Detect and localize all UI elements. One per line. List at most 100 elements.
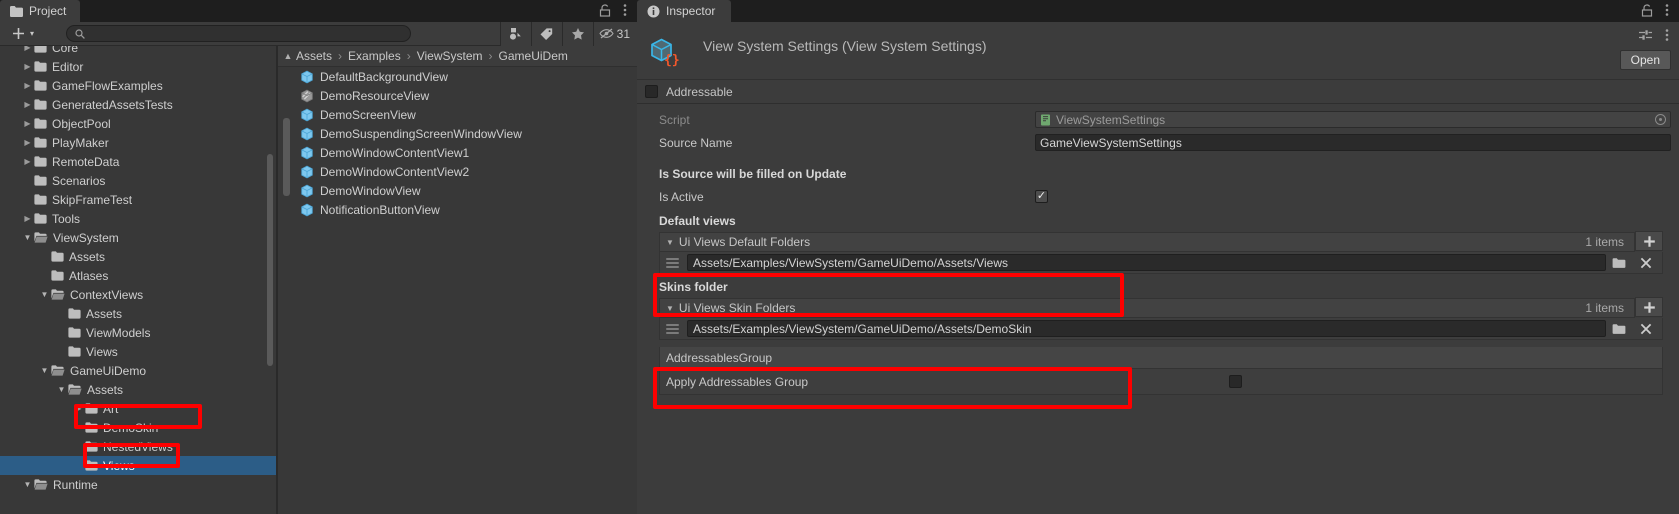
caret-down-icon[interactable]: ▼	[38, 366, 51, 375]
breadcrumb-item[interactable]: Examples	[348, 49, 401, 63]
tree-item-contextviews[interactable]: ▼ ContextViews	[0, 285, 276, 304]
skins-folder-list-header[interactable]: ▼ Ui Views Skin Folders 1 items	[659, 298, 1635, 318]
lock-icon[interactable]	[599, 3, 611, 17]
caret-down-icon[interactable]: ▼	[666, 304, 674, 313]
asset-row[interactable]: DefaultBackgroundView	[278, 67, 637, 86]
tree-item-tools[interactable]: ▶ Tools	[0, 209, 276, 228]
caret-right-icon[interactable]: ▶	[21, 46, 34, 52]
folder-browse-icon[interactable]	[1612, 323, 1634, 335]
is-active-checkbox[interactable]: ✓	[1035, 190, 1048, 203]
tree-item-viewmodels[interactable]: ViewModels	[0, 323, 276, 342]
object-picker-icon[interactable]	[1655, 114, 1666, 125]
script-object-field[interactable]: ViewSystemSettings	[1035, 111, 1671, 128]
tree-item-views[interactable]: Views	[0, 456, 276, 475]
asset-row[interactable]: DemoWindowContentView1	[278, 143, 637, 162]
scroll-up-icon[interactable]: ▲	[280, 51, 296, 61]
tree-item-assets[interactable]: Assets	[0, 304, 276, 323]
filter-by-type-button[interactable]	[499, 21, 531, 46]
caret-down-icon[interactable]: ▼	[55, 385, 68, 394]
caret-right-icon[interactable]: ▶	[21, 119, 34, 128]
tree-item-label: GameFlowExamples	[52, 78, 163, 93]
tree-item-demoskin[interactable]: DemoSkin	[0, 418, 276, 437]
asset-row[interactable]: DemoResourceView	[278, 86, 637, 105]
tree-item-atlases[interactable]: Atlases	[0, 266, 276, 285]
asset-list-vertical-scrollbar[interactable]	[283, 118, 290, 196]
hidden-packages-count[interactable]: 31	[592, 21, 637, 46]
folder-open-icon	[68, 384, 82, 395]
breadcrumb-item[interactable]: GameUiDem	[499, 49, 568, 63]
asset-row[interactable]: DemoWindowContentView2	[278, 162, 637, 181]
caret-placeholder	[38, 271, 51, 280]
tree-item-label: RemoteData	[52, 154, 120, 169]
addressables-group-row[interactable]: AddressablesGroup	[659, 347, 1663, 369]
tab-inspector[interactable]: Inspector	[637, 0, 732, 22]
tree-item-runtime[interactable]: ▼ Runtime	[0, 475, 276, 494]
source-name-input[interactable]: GameViewSystemSettings	[1035, 134, 1671, 151]
tree-item-playmaker[interactable]: ▶ PlayMaker	[0, 133, 276, 152]
tree-vertical-scrollbar[interactable]	[267, 154, 273, 366]
drag-handle-icon[interactable]	[664, 323, 681, 334]
default-views-items-count: 1 items	[1585, 235, 1624, 249]
asset-row[interactable]: DemoWindowView	[278, 181, 637, 200]
tree-item-assets[interactable]: Assets	[0, 247, 276, 266]
caret-right-icon[interactable]: ▶	[21, 100, 34, 109]
tree-item-viewsystem[interactable]: ▼ ViewSystem	[0, 228, 276, 247]
skins-folder-path-row[interactable]: Assets/Examples/ViewSystem/GameUiDemo/As…	[659, 318, 1663, 340]
close-x-icon[interactable]	[1640, 323, 1662, 335]
asset-row[interactable]: DemoSuspendingScreenWindowView	[278, 124, 637, 143]
folder-browse-icon[interactable]	[1612, 257, 1634, 269]
caret-right-icon[interactable]: ▶	[72, 404, 85, 413]
kebab-menu-icon[interactable]	[623, 3, 627, 17]
apply-addressables-group-checkbox[interactable]	[1228, 375, 1242, 388]
open-button[interactable]: Open	[1619, 50, 1671, 70]
kebab-menu-icon[interactable]	[1665, 3, 1669, 17]
default-views-path-input[interactable]: Assets/Examples/ViewSystem/GameUiDemo/As…	[687, 254, 1606, 271]
folder-open-icon	[34, 232, 48, 243]
star-icon[interactable]	[561, 21, 593, 46]
default-views-add-button[interactable]	[1635, 231, 1663, 251]
addressable-checkbox[interactable]	[645, 85, 658, 98]
filter-by-label-button[interactable]	[530, 21, 562, 46]
tree-item-remotedata[interactable]: ▶ RemoteData	[0, 152, 276, 171]
tree-item-views[interactable]: Views	[0, 342, 276, 361]
kebab-menu-icon[interactable]	[1665, 28, 1669, 42]
caret-down-icon[interactable]: ▼	[666, 238, 674, 247]
caret-right-icon[interactable]: ▶	[21, 138, 34, 147]
default-views-path-row[interactable]: Assets/Examples/ViewSystem/GameUiDemo/As…	[659, 252, 1663, 274]
drag-handle-icon[interactable]	[664, 257, 681, 268]
breadcrumb-item[interactable]: Assets	[296, 49, 332, 63]
close-x-icon[interactable]	[1640, 257, 1662, 269]
asset-row[interactable]: DemoScreenView	[278, 105, 637, 124]
caret-right-icon[interactable]: ▶	[21, 214, 34, 223]
folder-open-icon	[51, 289, 65, 300]
tree-item-editor[interactable]: ▶ Editor	[0, 57, 276, 76]
lock-icon[interactable]	[1641, 3, 1653, 17]
caret-right-icon[interactable]: ▶	[21, 157, 34, 166]
tab-project[interactable]: Project	[0, 0, 81, 22]
caret-down-icon[interactable]: ▼	[21, 480, 34, 489]
skins-folder-path-input[interactable]: Assets/Examples/ViewSystem/GameUiDemo/As…	[687, 320, 1606, 337]
tree-item-core[interactable]: ▶ Core	[0, 46, 276, 57]
caret-placeholder	[55, 347, 68, 356]
tree-item-gameuidemo[interactable]: ▼ GameUiDemo	[0, 361, 276, 380]
caret-down-icon[interactable]: ▼	[21, 233, 34, 242]
tree-item-assets[interactable]: ▼ Assets	[0, 380, 276, 399]
tree-item-gameflowexamples[interactable]: ▶ GameFlowExamples	[0, 76, 276, 95]
tree-item-nestedviews[interactable]: NestedViews	[0, 437, 276, 456]
search-box[interactable]	[66, 25, 412, 42]
caret-right-icon[interactable]: ▶	[21, 62, 34, 71]
tree-item-objectpool[interactable]: ▶ ObjectPool	[0, 114, 276, 133]
caret-right-icon[interactable]: ▶	[21, 81, 34, 90]
breadcrumb-item[interactable]: ViewSystem	[417, 49, 483, 63]
tree-item-art[interactable]: ▶ Art	[0, 399, 276, 418]
default-views-list-header[interactable]: ▼ Ui Views Default Folders 1 items	[659, 232, 1635, 252]
create-asset-button[interactable]: ▾	[0, 27, 42, 40]
asset-row[interactable]: NotificationButtonView	[278, 200, 637, 219]
tree-item-generatedassetstests[interactable]: ▶ GeneratedAssetsTests	[0, 95, 276, 114]
tree-item-skipframetest[interactable]: SkipFrameTest	[0, 190, 276, 209]
preset-icon[interactable]	[1638, 28, 1653, 42]
tree-item-scenarios[interactable]: Scenarios	[0, 171, 276, 190]
caret-down-icon[interactable]: ▼	[38, 290, 51, 299]
search-input[interactable]	[90, 27, 403, 40]
skins-folder-add-button[interactable]	[1635, 297, 1663, 317]
